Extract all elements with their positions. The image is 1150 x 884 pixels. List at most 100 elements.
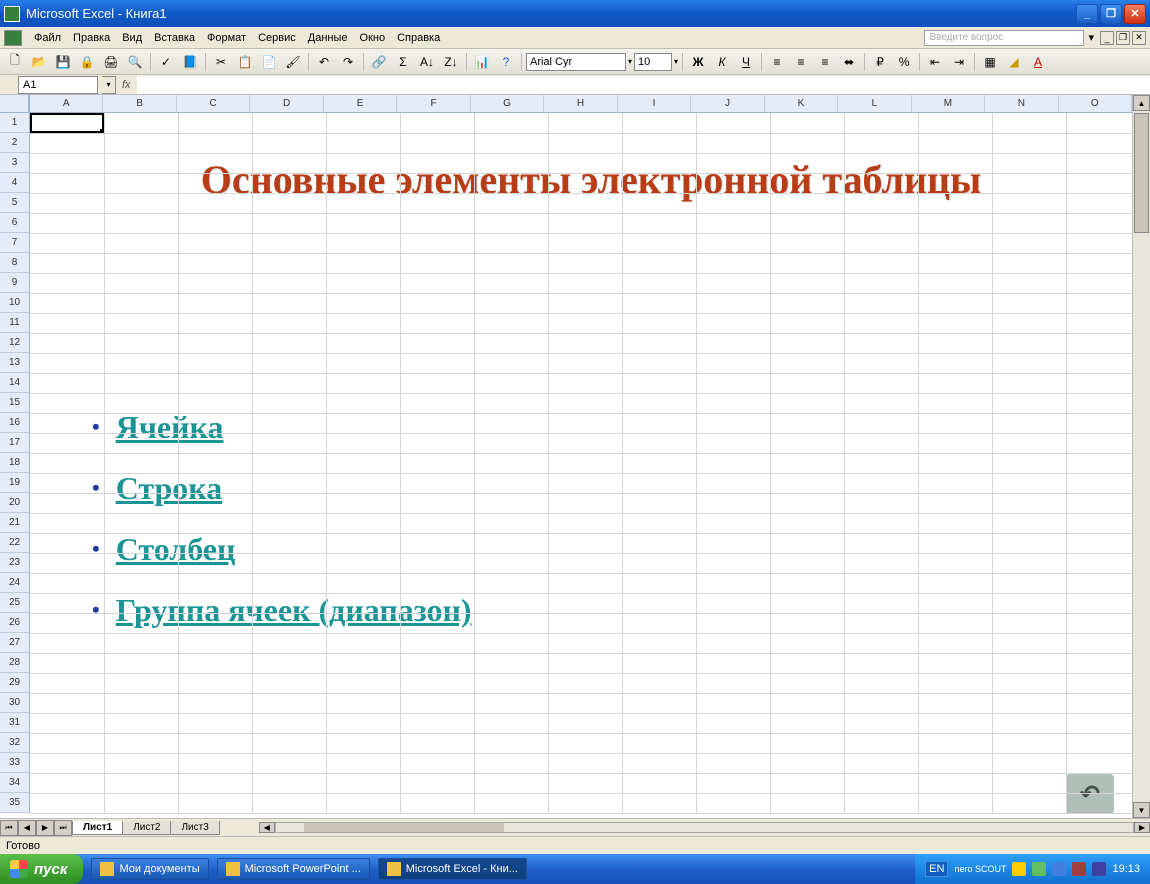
menu-help[interactable]: Справка <box>391 30 446 46</box>
row-header[interactable]: 34 <box>0 773 29 793</box>
row-header[interactable]: 2 <box>0 133 29 153</box>
tray-icon[interactable] <box>1032 862 1046 876</box>
sheet-tab[interactable]: Лист2 <box>122 821 171 835</box>
row-header[interactable]: 31 <box>0 713 29 733</box>
bullet-item[interactable]: •Ячейка <box>92 409 472 446</box>
row-header[interactable]: 13 <box>0 353 29 373</box>
taskbar-task[interactable]: Мои документы <box>91 858 208 880</box>
row-header[interactable]: 26 <box>0 613 29 633</box>
row-header[interactable]: 5 <box>0 193 29 213</box>
formula-input[interactable] <box>137 76 1150 94</box>
column-header[interactable]: G <box>471 95 544 112</box>
align-left-icon[interactable]: ≡ <box>766 52 788 72</box>
merge-center-icon[interactable]: ⬌ <box>838 52 860 72</box>
permission-icon[interactable]: 🔒 <box>76 52 98 72</box>
row-header[interactable]: 21 <box>0 513 29 533</box>
undo-icon[interactable]: ↶ <box>313 52 335 72</box>
row-header[interactable]: 1 <box>0 113 29 133</box>
bold-button[interactable]: Ж <box>687 52 709 72</box>
row-header[interactable]: 32 <box>0 733 29 753</box>
row-header[interactable]: 24 <box>0 573 29 593</box>
menu-file[interactable]: Файл <box>28 30 67 46</box>
minimize-button[interactable]: _ <box>1076 4 1098 24</box>
row-header[interactable]: 20 <box>0 493 29 513</box>
chart-wizard-icon[interactable]: 📊 <box>471 52 493 72</box>
sort-asc-icon[interactable]: A↓ <box>416 52 438 72</box>
column-header[interactable]: N <box>985 95 1058 112</box>
row-header[interactable]: 3 <box>0 153 29 173</box>
row-header[interactable]: 10 <box>0 293 29 313</box>
sheet-nav-next[interactable]: ▶ <box>36 820 54 836</box>
bullet-item[interactable]: •Группа ячеек (диапазон) <box>92 592 472 629</box>
scroll-up-arrow[interactable]: ▲ <box>1133 95 1150 111</box>
tray-icon[interactable] <box>1092 862 1106 876</box>
decrease-indent-icon[interactable]: ⇤ <box>924 52 946 72</box>
row-header[interactable]: 27 <box>0 633 29 653</box>
row-header[interactable]: 18 <box>0 453 29 473</box>
row-header[interactable]: 22 <box>0 533 29 553</box>
row-header[interactable]: 29 <box>0 673 29 693</box>
select-all-corner[interactable] <box>0 95 29 113</box>
tray-icon[interactable] <box>1052 862 1066 876</box>
underline-button[interactable]: Ч <box>735 52 757 72</box>
row-header[interactable]: 9 <box>0 273 29 293</box>
menu-data[interactable]: Данные <box>302 30 354 46</box>
row-header[interactable]: 25 <box>0 593 29 613</box>
row-header[interactable]: 8 <box>0 253 29 273</box>
horizontal-scrollbar[interactable]: ◀ ▶ <box>259 822 1150 833</box>
tray-icon[interactable] <box>1012 862 1026 876</box>
vertical-scrollbar[interactable]: ▲ ▼ <box>1132 95 1150 818</box>
menu-view[interactable]: Вид <box>116 30 148 46</box>
font-color-icon[interactable]: A <box>1027 52 1049 72</box>
font-select[interactable] <box>526 53 626 71</box>
cut-icon[interactable]: ✂ <box>210 52 232 72</box>
nero-scout-label[interactable]: nero SCOUT <box>954 864 1006 874</box>
row-header[interactable]: 12 <box>0 333 29 353</box>
column-header[interactable]: H <box>544 95 617 112</box>
column-header[interactable]: E <box>324 95 397 112</box>
column-header[interactable]: D <box>250 95 323 112</box>
language-indicator[interactable]: EN <box>925 861 948 877</box>
fx-icon[interactable]: fx <box>122 79 131 91</box>
percent-icon[interactable]: % <box>893 52 915 72</box>
column-header[interactable]: A <box>30 95 103 112</box>
align-center-icon[interactable]: ≡ <box>790 52 812 72</box>
worksheet-grid[interactable]: 1234567891011121314151617181920212223242… <box>0 95 1150 818</box>
menu-service[interactable]: Сервис <box>252 30 302 46</box>
column-header[interactable]: C <box>177 95 250 112</box>
menu-format[interactable]: Формат <box>201 30 252 46</box>
close-button[interactable]: ✕ <box>1124 4 1146 24</box>
column-header[interactable]: J <box>691 95 764 112</box>
doc-close-button[interactable]: ✕ <box>1132 31 1146 45</box>
fill-color-icon[interactable]: ◢ <box>1003 52 1025 72</box>
print-preview-icon[interactable]: 🔍 <box>124 52 146 72</box>
redo-icon[interactable]: ↷ <box>337 52 359 72</box>
tray-icon[interactable] <box>1072 862 1086 876</box>
column-headers[interactable]: ABCDEFGHIJKLMNO <box>30 95 1132 113</box>
align-right-icon[interactable]: ≡ <box>814 52 836 72</box>
scroll-down-arrow[interactable]: ▼ <box>1133 802 1150 818</box>
help-search-input[interactable]: Введите вопрос <box>924 30 1084 46</box>
doc-minimize-button[interactable]: _ <box>1100 31 1114 45</box>
row-header[interactable]: 14 <box>0 373 29 393</box>
name-box-dropdown[interactable]: ▾ <box>102 76 116 94</box>
row-header[interactable]: 7 <box>0 233 29 253</box>
hscroll-thumb[interactable] <box>304 823 504 832</box>
column-header[interactable]: B <box>103 95 176 112</box>
hyperlink-icon[interactable]: 🔗 <box>368 52 390 72</box>
row-header[interactable]: 17 <box>0 433 29 453</box>
row-header[interactable]: 16 <box>0 413 29 433</box>
sheet-tab[interactable]: Лист3 <box>170 821 219 835</box>
sheet-tab-active[interactable]: Лист1 <box>72 821 123 835</box>
italic-button[interactable]: К <box>711 52 733 72</box>
scroll-thumb[interactable] <box>1134 113 1149 233</box>
autosum-icon[interactable]: Σ <box>392 52 414 72</box>
return-button[interactable]: ↶ <box>1066 774 1114 814</box>
bullet-item[interactable]: •Строка <box>92 470 472 507</box>
maximize-button[interactable]: ❐ <box>1100 4 1122 24</box>
spellcheck-icon[interactable]: ✓ <box>155 52 177 72</box>
row-header[interactable]: 11 <box>0 313 29 333</box>
research-icon[interactable]: 📘 <box>179 52 201 72</box>
new-icon[interactable]: 🗋 <box>4 52 26 72</box>
sheet-nav-last[interactable]: ⏭ <box>54 820 72 836</box>
